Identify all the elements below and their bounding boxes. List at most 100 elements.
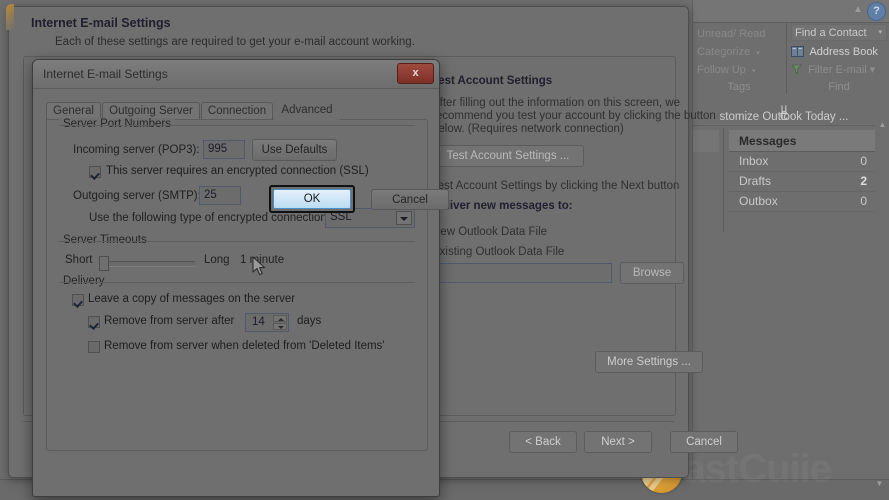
ribbon-item-categorize[interactable]: Categorize ▾ xyxy=(697,44,760,60)
dialog-title: Internet E-mail Settings xyxy=(43,67,168,81)
chevron-down-icon[interactable] xyxy=(396,211,412,225)
label-incoming-server: Incoming server (POP3): xyxy=(73,144,200,156)
address-book-icon xyxy=(791,46,804,57)
folder-count: 2 xyxy=(860,174,867,188)
chevron-down-icon: ▾ xyxy=(751,68,756,75)
tab-advanced[interactable]: Advanced xyxy=(274,99,340,120)
today-column-divider xyxy=(723,128,724,232)
label-outgoing-server: Outgoing server (SMTP): xyxy=(73,190,201,202)
mouse-cursor-icon xyxy=(252,256,268,278)
server-timeout-slider-thumb[interactable] xyxy=(99,256,109,271)
group-title-server-port-numbers: Server Port Numbers xyxy=(59,118,176,130)
folder-label: Drafts xyxy=(739,174,772,188)
test-account-settings-title: Test Account Settings xyxy=(432,75,553,87)
ok-button[interactable]: OK xyxy=(273,189,351,209)
next-button[interactable]: Next > xyxy=(584,431,652,453)
ribbon-item-unread-read[interactable]: Unread/ Read xyxy=(697,26,766,42)
tab-connection[interactable]: Connection xyxy=(201,102,273,120)
outgoing-server-port-input[interactable]: 25 xyxy=(199,186,241,205)
tab-page-advanced: Server Port Numbers Incoming server (POP… xyxy=(46,118,428,451)
more-settings-button[interactable]: More Settings ... xyxy=(595,351,703,373)
remove-after-days-stepper[interactable]: 14 xyxy=(245,313,289,332)
remove-when-deleted-label: Remove from server when deleted from 'De… xyxy=(104,340,385,352)
ssl-required-checkbox[interactable] xyxy=(89,166,101,178)
use-defaults-button[interactable]: Use Defaults xyxy=(252,139,337,161)
radio-existing-outlook-data-file[interactable]: Existing Outlook Data File xyxy=(432,246,564,258)
today-left-column-stub xyxy=(693,130,719,152)
server-timeout-slider-track[interactable] xyxy=(105,261,195,267)
ssl-required-label: This server requires an encrypted connec… xyxy=(106,165,369,177)
leave-copy-label: Leave a copy of messages on the server xyxy=(88,293,296,305)
funnel-icon xyxy=(791,64,802,75)
ribbon-group-label-tags: Tags xyxy=(727,81,751,93)
remove-after-days-value: 14 xyxy=(252,316,265,328)
dialog-body: General Outgoing Server Connection Advan… xyxy=(33,88,449,496)
folder-label: Outbox xyxy=(739,194,778,208)
ribbon-group-label-find: Find xyxy=(828,81,850,93)
stepper-up-icon[interactable] xyxy=(273,315,287,322)
label-encryption-type: Use the following type of encrypted conn… xyxy=(89,212,331,224)
filter-email-button[interactable]: Filter E-mail ▾ xyxy=(791,62,875,78)
group-title-server-timeouts: Server Timeouts xyxy=(59,234,151,246)
chevron-down-icon: ▾ xyxy=(869,64,876,76)
group-divider-ports xyxy=(59,125,415,126)
scrollbar-up-arrow[interactable]: ▲ xyxy=(877,120,888,131)
test-body-line-2: recommend you test your account by click… xyxy=(432,110,716,122)
address-book-button[interactable]: Address Book xyxy=(791,44,878,60)
page-subtitle: Each of these settings are required to g… xyxy=(55,36,415,48)
page-title: Internet E-mail Settings xyxy=(31,16,171,30)
test-account-settings-button[interactable]: Test Account Settings ... xyxy=(432,145,584,167)
address-book-label: Address Book xyxy=(809,46,878,58)
ribbon-item-label: Unread/ Read xyxy=(697,28,766,40)
group-divider-timeouts xyxy=(59,241,415,242)
timeout-short-label: Short xyxy=(65,254,93,266)
filter-email-label: Filter E-mail xyxy=(808,64,867,76)
chevron-down-icon: ▾ xyxy=(756,50,760,57)
folder-count: 0 xyxy=(860,154,867,168)
find-a-contact-label: Find a Contact xyxy=(795,27,867,39)
question-icon[interactable]: ? xyxy=(867,2,886,21)
back-button[interactable]: < Back xyxy=(509,431,577,453)
remove-after-checkbox[interactable] xyxy=(88,316,100,328)
remove-after-label: Remove from server after xyxy=(104,315,235,327)
dialog-title-bar[interactable]: Internet E-mail Settings x xyxy=(33,60,439,89)
remove-when-deleted-checkbox[interactable] xyxy=(88,341,100,353)
leave-copy-checkbox[interactable] xyxy=(72,294,84,306)
deliver-messages-label: Deliver new messages to: xyxy=(432,200,573,212)
close-icon[interactable]: x xyxy=(397,63,434,84)
group-title-delivery: Delivery xyxy=(59,275,109,287)
ribbon-item-label: Categorize xyxy=(697,46,751,58)
internet-email-settings-dialog: Internet E-mail Settings x General Outgo… xyxy=(32,59,449,497)
folder-count: 0 xyxy=(860,194,867,208)
test-body-line-1: After filling out the information on thi… xyxy=(432,97,681,109)
ribbon-item-follow-up[interactable]: Follow Up ▾ xyxy=(697,62,755,78)
list-item[interactable]: Outbox 0 xyxy=(729,192,875,212)
list-item[interactable]: Drafts 2 xyxy=(729,172,875,192)
test-body-line-3: below. (Requires network connection) xyxy=(432,123,624,135)
stepper-down-icon[interactable] xyxy=(273,323,287,330)
cancel-button[interactable]: Cancel xyxy=(371,189,449,210)
incoming-server-port-input[interactable]: 995 xyxy=(203,140,245,159)
ribbon-top-strip: ▲ ? xyxy=(693,0,889,23)
chevron-up-icon[interactable]: ▲ xyxy=(852,4,864,16)
ribbon-item-label: Follow Up xyxy=(697,64,746,76)
test-next-note: Test Account Settings by clicking the Ne… xyxy=(432,180,680,192)
wizard-cancel-button[interactable]: Cancel xyxy=(670,431,738,453)
radio-new-outlook-data-file[interactable]: New Outlook Data File xyxy=(432,226,547,238)
folder-label: Inbox xyxy=(739,154,769,168)
ribbon-group-find: Find a Contact ▾ Address Book Filter E-m… xyxy=(786,22,889,94)
browse-button[interactable]: Browse xyxy=(620,262,684,284)
stepper-buttons[interactable] xyxy=(273,315,287,330)
ribbon-group-tags: Unread/ Read Categorize ▾ Follow Up ▾ Ta… xyxy=(693,22,785,94)
list-item[interactable]: Inbox 0 xyxy=(729,152,875,172)
find-a-contact-input[interactable]: Find a Contact ▾ xyxy=(791,24,887,41)
tab-strip: General Outgoing Server Connection Advan… xyxy=(46,99,426,120)
outlook-right-pane: ▲ ? Unread/ Read Categorize ▾ Follow Up … xyxy=(692,0,889,500)
customize-suffix: stomize Outlook Today ... xyxy=(719,111,849,123)
customize-outlook-today-link[interactable]: Cu stomize Outlook Today ... xyxy=(693,95,875,126)
customize-outlook-today-label: Cu stomize Outlook Today ... xyxy=(693,103,875,123)
data-file-path-input[interactable] xyxy=(432,263,612,283)
chevron-down-icon: ▾ xyxy=(878,29,882,36)
messages-panel: Messages Inbox 0 Drafts 2 Outbox 0 xyxy=(729,130,875,212)
ok-button-focus-ring: OK xyxy=(269,185,355,213)
